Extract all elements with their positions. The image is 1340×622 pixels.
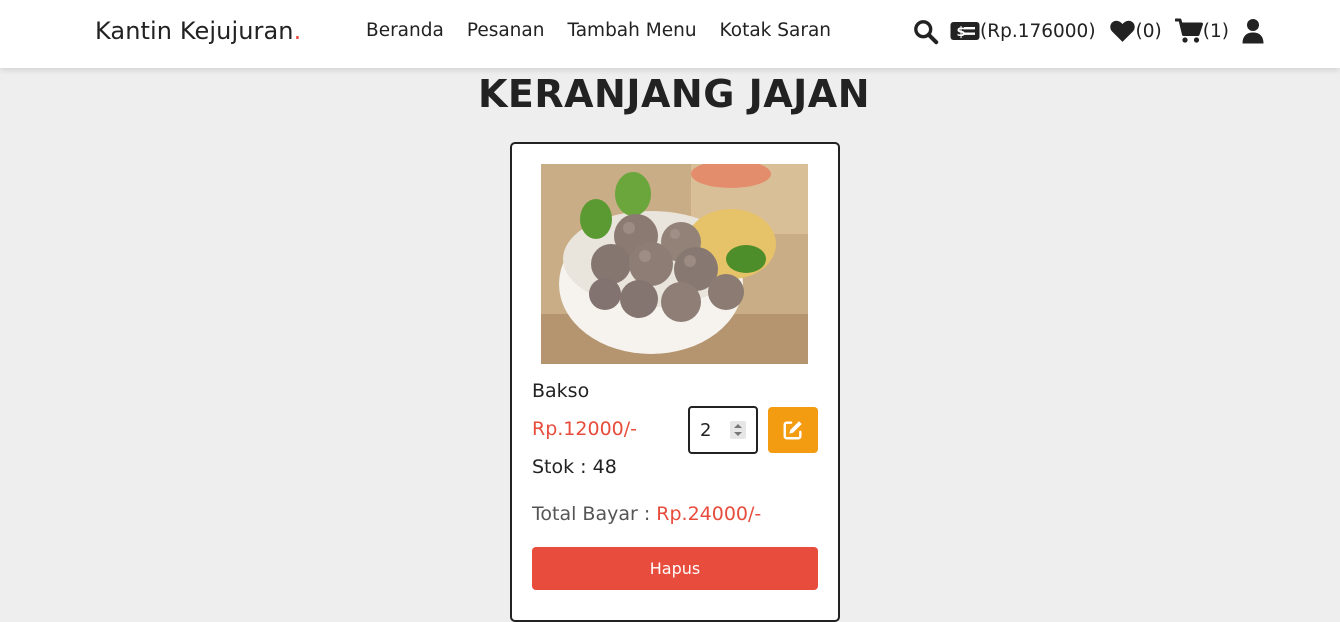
item-name: Bakso <box>532 380 590 402</box>
total-amount: Rp.24000/- <box>656 503 762 525</box>
edit-quantity-button[interactable] <box>768 407 818 453</box>
header-icons: $ (Rp.176000) (0) (1) <box>912 16 1264 46</box>
page-title: KERANJANG JAJAN <box>477 72 871 116</box>
wishlist-button[interactable]: (0) <box>1109 19 1162 43</box>
brand-name: Kantin Kejujuran <box>95 17 294 45</box>
cart-button[interactable]: (1) <box>1174 18 1229 44</box>
nav-item-beranda[interactable]: Beranda <box>366 20 444 41</box>
item-price: Rp.12000/- <box>532 418 638 440</box>
quantity-input[interactable]: 2 <box>688 406 758 454</box>
user-icon <box>1242 19 1264 44</box>
user-button[interactable] <box>1242 18 1264 44</box>
top-navbar: Kantin Kejujuran. Beranda Pesanan Tambah… <box>0 0 1340 68</box>
nav-item-pesanan[interactable]: Pesanan <box>467 20 545 41</box>
balance-button[interactable]: $ (Rp.176000) <box>950 20 1096 42</box>
cart-item-card: Bakso Rp.12000/- Stok : 48 2 Total Bayar… <box>510 142 840 622</box>
total-payment: Total Bayar : Rp.24000/- <box>532 503 761 525</box>
quantity-value: 2 <box>700 419 712 441</box>
total-label: Total Bayar : <box>532 503 657 525</box>
nav-item-kotak-saran[interactable]: Kotak Saran <box>720 20 831 41</box>
main-nav: Beranda Pesanan Tambah Menu Kotak Saran <box>366 20 831 41</box>
search-button[interactable] <box>912 18 939 45</box>
edit-icon <box>783 421 802 440</box>
wishlist-count: (0) <box>1135 20 1162 42</box>
delete-button[interactable]: Hapus <box>532 547 818 590</box>
brand-dot: . <box>293 17 302 45</box>
heart-icon <box>1109 20 1135 42</box>
search-icon <box>914 19 939 44</box>
shopping-cart-icon <box>1174 18 1203 43</box>
balance-amount: (Rp.176000) <box>980 20 1096 42</box>
cart-count: (1) <box>1202 20 1229 42</box>
quantity-stepper[interactable] <box>730 421 746 439</box>
brand-logo[interactable]: Kantin Kejujuran. <box>95 17 301 45</box>
nav-item-tambah-menu[interactable]: Tambah Menu <box>567 20 696 41</box>
item-stock: Stok : 48 <box>532 456 617 478</box>
money-bill-icon: $ <box>950 22 980 40</box>
food-image <box>541 164 808 364</box>
